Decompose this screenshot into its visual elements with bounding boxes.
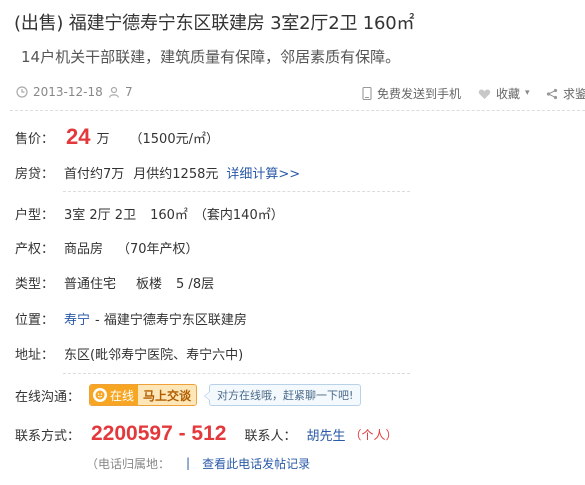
layout-label: 户型： xyxy=(15,207,55,223)
online-chat-label: 在线沟通： xyxy=(15,389,81,405)
price-label: 售价： xyxy=(15,131,55,147)
property-row: 产权： 商品房 （70年产权） xyxy=(15,236,199,258)
type-kind: 普通住宅 xyxy=(64,276,117,292)
loan-monthly: 月供约1258元 xyxy=(133,166,219,182)
separator: | xyxy=(186,456,191,470)
divider xyxy=(10,110,585,111)
location-detail: - 福建宁德寿宁东区联建房 xyxy=(95,312,247,328)
layout-row: 户型： 3室 2厅 2卫 160㎡ （套内140㎡） xyxy=(15,202,284,224)
price-unit: 万 xyxy=(96,131,110,147)
share-icon xyxy=(546,88,558,100)
loan-calculator-link[interactable]: 详细计算>> xyxy=(226,163,300,182)
online-text: 在线 xyxy=(110,388,135,403)
phone-info-row: （电话归属地： | 查看此电话发帖记录 xyxy=(86,452,310,474)
phone-location-label: （电话归属地： xyxy=(86,456,171,471)
call-record-link[interactable]: 查看此电话发帖记录 xyxy=(202,455,310,472)
share-button[interactable]: 求鉴 xyxy=(546,85,585,102)
chat-now-button[interactable]: 在线 马上交谈 xyxy=(89,384,198,406)
online-chat-row: 在线沟通： 在线 马上交谈 对方在线哦，赶紧聊一下吧! xyxy=(15,384,362,406)
loan-row: 房贷： 首付约7万 月供约1258元 详细计算>> xyxy=(15,161,300,183)
phone-label: 联系方式： xyxy=(15,428,81,444)
person-icon xyxy=(108,86,120,98)
contact-person-label: 联系人： xyxy=(244,428,297,444)
favorite-button[interactable]: 收藏 ▾ xyxy=(478,85,530,102)
price-row: 售价： 24 万 （1500元/㎡） xyxy=(15,124,219,149)
location-city-link[interactable]: 寿宁 xyxy=(64,309,90,328)
clock-icon xyxy=(16,86,28,98)
view-count-text: 7 xyxy=(125,85,133,99)
loan-down-payment: 首付约7万 xyxy=(64,166,125,182)
layout-rooms: 3室 2厅 2卫 xyxy=(64,207,137,223)
chat-tip-bubble: 对方在线哦，赶紧聊一下吧! xyxy=(204,384,362,406)
chevron-down-icon: ▾ xyxy=(525,88,530,98)
send-to-phone-link[interactable]: 免费发送到手机 xyxy=(362,85,461,102)
divider xyxy=(63,373,410,374)
contact-person-tag: （个人） xyxy=(349,427,398,442)
price-per-sqm: （1500元/㎡） xyxy=(129,131,219,147)
address-label: 地址： xyxy=(15,347,55,363)
divider xyxy=(63,191,410,192)
location-row: 位置： 寿宁 - 福建宁德寿宁东区联建房 xyxy=(15,307,247,329)
contact-row: 联系方式： 2200597 - 512 联系人： 胡先生 （个人） xyxy=(15,421,398,447)
share-text: 求鉴 xyxy=(563,87,585,101)
price-value: 24 xyxy=(66,124,91,149)
heart-icon xyxy=(478,88,491,100)
phone-icon xyxy=(362,87,372,100)
phone-number[interactable]: 2200597 - 512 xyxy=(91,422,226,446)
property-label: 产权： xyxy=(15,241,55,257)
listing-subtitle: 14户机关干部联建，建筑质量有保障，邻居素质有保障。 xyxy=(21,48,401,66)
property-type: 商品房 xyxy=(64,241,104,257)
contact-person-name: 胡先生 xyxy=(306,428,346,444)
listing-title: (出售) 福建宁德寿宁东区联建房 3室2厅2卫 160㎡ xyxy=(14,13,415,34)
view-count: 7 xyxy=(108,85,133,99)
property-years: （70年产权） xyxy=(117,241,199,257)
type-label: 类型： xyxy=(15,276,55,292)
chat-now-label: 马上交谈 xyxy=(138,385,197,405)
favorite-text: 收藏 xyxy=(496,87,521,101)
loan-label: 房贷： xyxy=(15,166,55,182)
layout-inner-area: （套内140㎡） xyxy=(193,207,284,223)
address-value: 东区(毗邻寿宁医院、寿宁六中) xyxy=(64,347,244,363)
address-row: 地址： 东区(毗邻寿宁医院、寿宁六中) xyxy=(15,342,243,364)
type-row: 类型： 普通住宅 板楼 5 /8层 xyxy=(15,271,214,293)
online-status: 在线 xyxy=(90,385,139,405)
location-label: 位置： xyxy=(15,312,55,328)
layout-area: 160㎡ xyxy=(150,207,188,223)
type-floor: 5 /8层 xyxy=(176,276,215,292)
type-building: 板楼 xyxy=(136,276,163,292)
send-to-phone-text: 免费发送到手机 xyxy=(377,87,462,101)
post-date: 2013-12-18 xyxy=(16,85,103,99)
qq-icon xyxy=(93,388,107,402)
listing-meta-bar: 2013-12-18 7 免费发送到手机 收藏 ▾ 求鉴 xyxy=(16,85,585,103)
post-date-text: 2013-12-18 xyxy=(33,85,103,99)
